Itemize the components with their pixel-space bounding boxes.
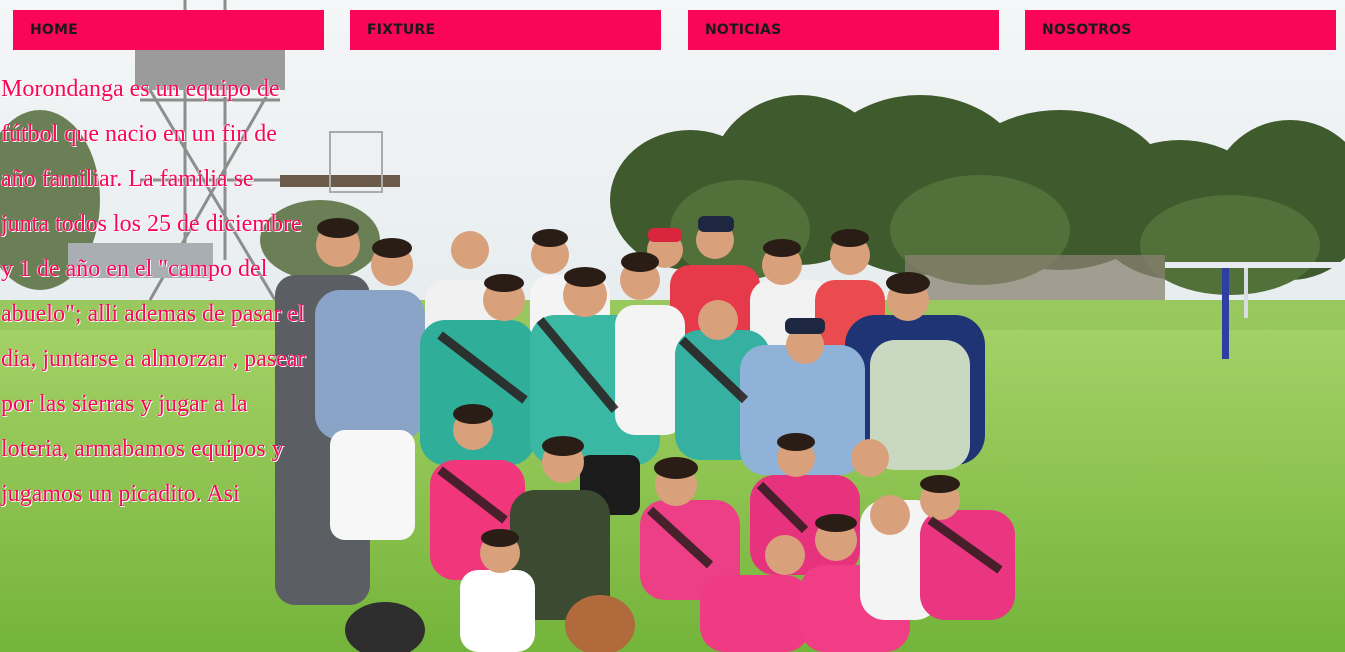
main-nav: HOME FIXTURE NOTICIAS NOSOTROS	[0, 10, 1345, 50]
nav-fixture-button[interactable]: FIXTURE	[350, 10, 661, 50]
nav-noticias-button[interactable]: NOTICIAS	[688, 10, 999, 50]
intro-paragraph: Morondanga es un equipo de fútbol que na…	[1, 76, 306, 507]
nav-home-button[interactable]: HOME	[13, 10, 324, 50]
nav-nosotros-button[interactable]: NOSOTROS	[1025, 10, 1336, 50]
page: HOME FIXTURE NOTICIAS NOSOTROS Morondang…	[0, 0, 1345, 652]
